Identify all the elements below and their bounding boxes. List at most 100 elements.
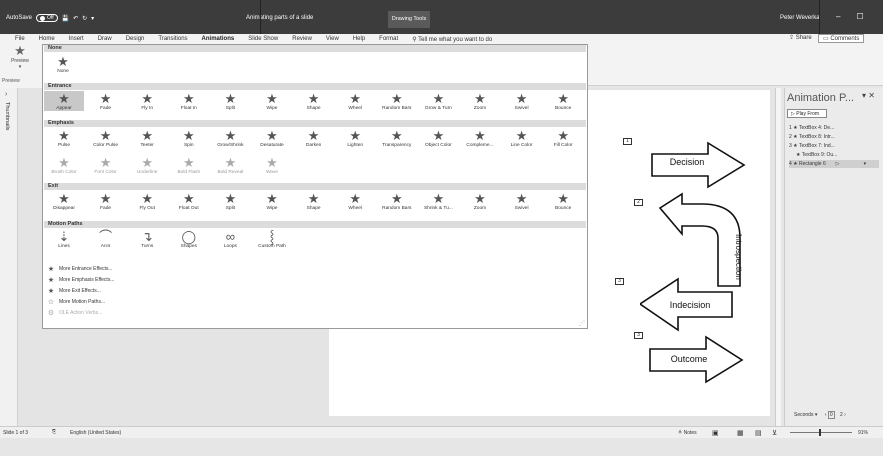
tab-animations[interactable]: Animations [195,36,242,42]
effect-font-color[interactable]: ★ Font Color [86,155,126,175]
undo-icon[interactable]: ↶ [73,15,78,22]
effect-fade[interactable]: ★ Fade [86,191,126,211]
tab-slide-show[interactable]: Slide Show [241,36,285,42]
tab-format[interactable]: Format [372,36,405,42]
tab-help[interactable]: Help [346,36,372,42]
maximize-icon[interactable]: ☐ [856,12,863,21]
effect-appear[interactable]: ★ Appear [44,91,84,111]
effect-zoom[interactable]: ★ Zoom [460,91,500,111]
effect-grow-shrink[interactable]: ★ Grow/Shrink [210,128,250,148]
more-emphasis-effects[interactable]: ★ More Emphasis Effects... [47,276,115,284]
effect-wave[interactable]: ★ Wave [252,155,292,175]
effect-float-out[interactable]: ★ Float Out [169,191,209,211]
effect-wheel[interactable]: ★ Wheel [335,91,375,111]
share-button[interactable]: ⇪ Share [789,34,812,41]
tab-review[interactable]: Review [285,36,319,42]
autosave-toggle[interactable]: Off [36,14,58,22]
tab-view[interactable]: View [319,36,346,42]
effect-wipe[interactable]: ★ Wipe [252,91,292,111]
effect-object-color[interactable]: ★ Object Color [418,128,458,148]
animation-tag[interactable]: 1 [623,138,632,145]
tab-transitions[interactable]: Transitions [151,36,194,42]
customize-qat-icon[interactable]: ▾ [91,15,94,22]
effect-zoom[interactable]: ★ Zoom [460,191,500,211]
tab-insert[interactable]: Insert [62,36,91,42]
effect-shrink-tu[interactable]: ★ Shrink & Tu... [418,191,458,211]
effect-shape[interactable]: ★ Shape [294,91,334,111]
effect-pulse[interactable]: ★ Pulse [44,128,84,148]
effect-float-in[interactable]: ★ Float In [169,91,209,111]
effect-spin[interactable]: ★ Spin [169,128,209,148]
tab-draw[interactable]: Draw [91,36,119,42]
effect-color-pulse[interactable]: ★ Color Pulse [86,128,126,148]
effect-bold-flash[interactable]: ★ Bold Flash [169,155,209,175]
chevron-down-icon[interactable]: ▾ [862,91,866,100]
effect-random-bars[interactable]: ★ Random Bars [377,91,417,111]
tab-design[interactable]: Design [119,36,152,42]
animation-item[interactable]: 3 ★ TextBox 7: Ind... [789,142,879,150]
slide-sorter-icon[interactable]: ▦ [737,429,744,437]
effect-split[interactable]: ★ Split [210,91,250,111]
effect-teeter[interactable]: ★ Teeter [127,128,167,148]
effect-fly-out[interactable]: ★ Fly Out [127,191,167,211]
effect-random-bars[interactable]: ★ Random Bars [377,191,417,211]
effect-bounce[interactable]: ★ Bounce [543,91,583,111]
redo-icon[interactable]: ↻ [82,15,87,22]
effect-fly-in[interactable]: ★ Fly In [127,91,167,111]
effect-darken[interactable]: ★ Darken [294,128,334,148]
minimize-icon[interactable]: – [836,12,840,21]
effect-split[interactable]: ★ Split [210,191,250,211]
expand-icon[interactable]: › [5,91,7,98]
effect-shape[interactable]: ★ Shape [294,191,334,211]
effect-turns[interactable]: ↴ Turns [127,229,167,249]
seconds-timeline[interactable]: Seconds ▾ ‹ 0 2 › [794,411,846,419]
slideshow-icon[interactable]: ⊻ [772,429,777,437]
animation-item[interactable]: 1 ★ TextBox 4: De... [789,124,879,132]
effect-bounce[interactable]: ★ Bounce [543,191,583,211]
tell-me-search[interactable]: ⚲ Tell me what you want to do [405,36,499,43]
effect-grow-turn[interactable]: ★ Grow & Turn [418,91,458,111]
effect-disappear[interactable]: ★ Disappear [44,191,84,211]
resize-grip-icon[interactable]: ⋰ [579,320,585,327]
play-from-button[interactable]: ▷ Play From [787,109,827,118]
language[interactable]: English (United States) [70,430,121,436]
reading-view-icon[interactable]: ▤ [755,429,762,437]
effect-arcs[interactable]: ⌒ Arcs [86,229,126,249]
tab-file[interactable]: File [8,36,32,42]
effect-none[interactable]: ★ None [44,54,82,74]
accessibility-icon[interactable]: ⎘ [52,429,56,435]
effect-swivel[interactable]: ★ Swivel [502,191,542,211]
effect-lines[interactable]: ⇣ Lines [44,229,84,249]
slide-scrollbar[interactable] [775,88,781,426]
effect-brush-color[interactable]: ★ Brush Color [44,155,84,175]
more-exit-effects[interactable]: ★ More Exit Effects... [47,287,101,295]
effect-swivel[interactable]: ★ Swivel [502,91,542,111]
effect-shapes[interactable]: ◯ Shapes [169,229,209,249]
effect-bold-reveal[interactable]: ★ Bold Reveal [210,155,250,175]
effect-line-color[interactable]: ★ Line Color [502,128,542,148]
effect-fill-color[interactable]: ★ Fill Color [543,128,583,148]
effect-wipe[interactable]: ★ Wipe [252,191,292,211]
effect-lighten[interactable]: ★ Lighten [335,128,375,148]
animation-item[interactable]: ★ TextBox 9: Ou... [789,151,879,159]
preview-button[interactable]: ★ Preview ▾ [0,44,40,76]
save-icon[interactable]: 💾 [62,15,69,22]
effect-underline[interactable]: ★ Underline [127,155,167,175]
introspection-arrow[interactable] [658,192,741,287]
more-motion-paths[interactable]: ☆ More Motion Paths... [47,298,105,306]
close-icon[interactable]: ✕ [868,91,875,100]
effect-transparency[interactable]: ★ Transparency [377,128,417,148]
animation-item[interactable]: 2 ★ TextBox 8: Intr... [789,133,879,141]
effect-loops[interactable]: ∞ Loops [210,229,250,249]
zoom-level[interactable]: 91% [858,430,868,436]
effect-compleme[interactable]: ★ Compleme... [460,128,500,148]
notes-button[interactable]: ≜ Notes [678,430,697,436]
effect-custom-path[interactable]: ⸾ Custom Path [252,229,292,249]
effect-wheel[interactable]: ★ Wheel [335,191,375,211]
more-entrance-effects[interactable]: ★ More Entrance Effects... [47,265,113,273]
comments-button[interactable]: ▭ Comments [818,34,865,43]
tab-home[interactable]: Home [32,36,62,42]
effect-desaturate[interactable]: ★ Desaturate [252,128,292,148]
zoom-slider[interactable] [790,432,852,433]
animation-item-selected[interactable]: 4 ★ Rectangle 6 ▷ ▾ [789,160,879,168]
